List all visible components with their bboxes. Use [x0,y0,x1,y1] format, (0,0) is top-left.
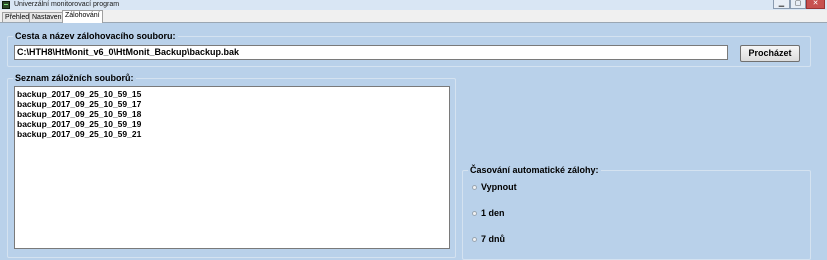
radio-label: Vypnout [481,182,517,192]
radio-button[interactable] [472,211,477,217]
backup-list-group-title: Seznam záložních souborů: [13,71,136,85]
tab-nastaveni[interactable]: Nastavení [29,12,67,22]
backup-path-group-title: Cesta a název zálohovacího souboru: [13,29,178,43]
radio-option-7-dnu[interactable]: 7 dnů [472,233,505,245]
list-item[interactable]: backup_2017_09_25_10_59_17 [15,99,449,109]
radio-label: 1 den [481,208,505,218]
radio-button[interactable] [472,237,477,243]
backup-path-input[interactable]: C:\HTH8\HtMonit_v6_0\HtMonit_Backup\back… [14,45,728,60]
minimize-button[interactable]: ▁ [773,0,790,9]
tab-strip: Přehled Nastavení Zálohování [0,10,827,23]
list-item[interactable]: backup_2017_09_25_10_59_21 [15,129,449,139]
radio-option-vypnout[interactable]: Vypnout [472,181,517,193]
window-title: Univerzální monitorovací program [14,1,120,8]
backup-file-list[interactable]: backup_2017_09_25_10_59_15 backup_2017_0… [14,86,450,249]
app-icon [2,1,10,9]
radio-label: 7 dnů [481,234,505,244]
tab-zalohovani[interactable]: Zálohování [62,10,103,23]
radio-button[interactable] [472,185,477,191]
tab-prehled[interactable]: Přehled [2,12,33,22]
list-item[interactable]: backup_2017_09_25_10_59_15 [15,89,449,99]
close-button[interactable]: ✕ [806,0,825,9]
list-item[interactable]: backup_2017_09_25_10_59_18 [15,109,449,119]
maximize-button[interactable]: ▢ [790,0,806,9]
auto-backup-group-title: Časování automatické zálohy: [468,163,601,177]
radio-option-1-den[interactable]: 1 den [472,207,505,219]
browse-button[interactable]: Procházet [740,45,800,62]
list-item[interactable]: backup_2017_09_25_10_59_19 [15,119,449,129]
